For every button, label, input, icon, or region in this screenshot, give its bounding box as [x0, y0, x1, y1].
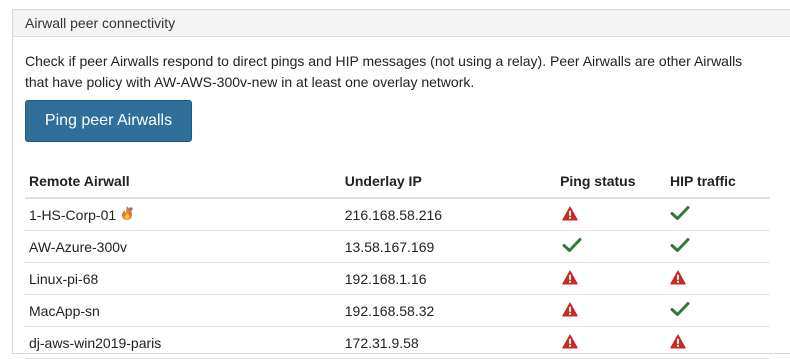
panel-title: Airwall peer connectivity [13, 10, 790, 37]
column-header-hip-traffic[interactable]: HIP traffic [665, 165, 770, 199]
remote-airwall-name-wrap: MacApp-sn [29, 303, 100, 319]
checkmark-icon [670, 205, 690, 224]
cell-hip-traffic [665, 230, 770, 263]
remote-airwall-name-wrap: dj-aws-win2019-paris [29, 335, 161, 351]
cell-remote-airwall: AW-Azure-300v [25, 230, 341, 263]
remote-airwall-name: Linux-pi-68 [29, 270, 99, 287]
cell-remote-airwall: dj-aws-win2019-paris [25, 326, 341, 359]
cell-underlay-ip: 172.31.9.58 [340, 326, 557, 359]
remote-airwall-name-wrap: 1-HS-Corp-01 [29, 205, 134, 224]
warning-icon [562, 334, 578, 352]
remote-airwall-name: AW-Azure-300v [29, 238, 128, 255]
table-row: Linux-pi-68 192.168.1.16 [25, 262, 770, 295]
cell-remote-airwall: Linux-pi-68 [25, 262, 341, 295]
cell-underlay-ip: 192.168.58.32 [340, 294, 557, 327]
remote-airwall-name-wrap: Linux-pi-68 [29, 271, 98, 287]
airwall-peer-connectivity-panel: Airwall peer connectivity Check if peer … [12, 9, 790, 359]
panel-description: Check if peer Airwalls respond to direct… [25, 53, 743, 90]
checkmark-icon [562, 237, 582, 256]
flame-icon [120, 205, 134, 224]
warning-icon [670, 334, 686, 352]
cell-ping-status [556, 294, 666, 327]
cell-underlay-ip: 216.168.58.216 [340, 198, 557, 231]
table-row: dj-aws-win2019-paris 172.31.9.58 [25, 326, 770, 359]
column-header-remote-airwall[interactable]: Remote Airwall [25, 165, 341, 199]
warning-icon [562, 302, 578, 320]
ping-peer-airwalls-button[interactable]: Ping peer Airwalls [25, 100, 192, 142]
remote-airwall-name: dj-aws-win2019-paris [29, 334, 162, 351]
cell-hip-traffic [665, 326, 770, 359]
warning-icon [670, 270, 686, 288]
checkmark-icon [670, 301, 690, 320]
cell-ping-status [556, 230, 666, 263]
cell-hip-traffic [665, 198, 770, 231]
warning-icon [562, 206, 578, 224]
checkmark-icon [670, 237, 690, 256]
remote-airwall-name: 1-HS-Corp-01 [29, 206, 117, 223]
table-row: 1-HS-Corp-01 216.168.58.216 [25, 198, 770, 231]
remote-airwall-name: MacApp-sn [29, 302, 100, 319]
column-header-ping-status[interactable]: Ping status [556, 165, 666, 199]
cell-underlay-ip: 13.58.167.169 [340, 230, 557, 263]
cell-hip-traffic [665, 294, 770, 327]
column-header-underlay-ip[interactable]: Underlay IP [340, 165, 557, 199]
peer-table: Remote Airwall Underlay IP Ping status H… [25, 165, 770, 359]
table-row: MacApp-sn 192.168.58.32 [25, 294, 770, 327]
cell-hip-traffic [665, 262, 770, 295]
cell-underlay-ip: 192.168.1.16 [340, 262, 557, 295]
table-header-row: Remote Airwall Underlay IP Ping status H… [25, 165, 770, 199]
cell-ping-status [556, 326, 666, 359]
table-row: AW-Azure-300v 13.58.167.169 [25, 230, 770, 263]
cell-remote-airwall: MacApp-sn [25, 294, 341, 327]
cell-ping-status [556, 198, 666, 231]
warning-icon [562, 270, 578, 288]
cell-remote-airwall: 1-HS-Corp-01 [25, 198, 341, 231]
cell-ping-status [556, 262, 666, 295]
remote-airwall-name-wrap: AW-Azure-300v [29, 239, 127, 255]
